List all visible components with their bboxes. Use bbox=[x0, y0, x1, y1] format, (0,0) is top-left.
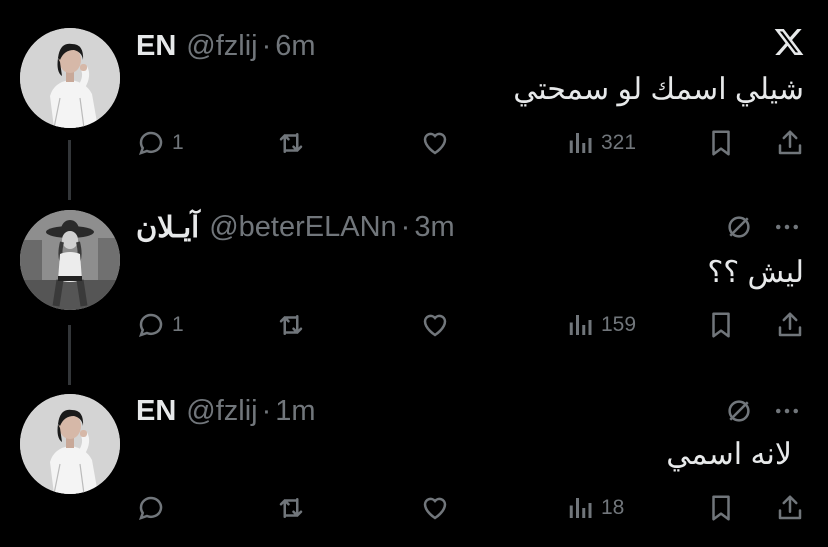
tweet-header: آيـلان @beterELANn · 3m bbox=[136, 207, 455, 247]
like-button[interactable] bbox=[420, 488, 450, 528]
woman-in-white-shirt-avatar-icon bbox=[20, 28, 120, 128]
bookmark-icon bbox=[712, 312, 730, 338]
heart-icon bbox=[423, 497, 447, 520]
display-name[interactable]: EN bbox=[136, 395, 176, 428]
reply-icon bbox=[138, 313, 163, 337]
avatar[interactable] bbox=[20, 394, 120, 494]
reply-button[interactable]: 1 bbox=[136, 305, 184, 345]
retweet-button[interactable] bbox=[276, 488, 306, 528]
action-bar: 1 159 bbox=[0, 305, 828, 345]
user-handle[interactable]: @fzlij bbox=[186, 30, 257, 63]
more-icon[interactable] bbox=[772, 396, 802, 426]
tweet-corner-actions bbox=[724, 207, 802, 247]
reply-icon bbox=[138, 131, 163, 155]
display-name[interactable]: EN bbox=[136, 30, 176, 63]
tweet[interactable]: آيـلان @beterELANn · 3m ليش ؟؟ 1 159 bbox=[0, 207, 828, 338]
more-icon[interactable] bbox=[772, 212, 802, 242]
grok-icon[interactable] bbox=[724, 396, 754, 426]
timestamp[interactable]: 6m bbox=[275, 30, 315, 63]
avatar[interactable] bbox=[20, 210, 120, 310]
timestamp[interactable]: 3m bbox=[414, 211, 454, 244]
share-button[interactable] bbox=[775, 123, 805, 163]
bookmark-button[interactable] bbox=[706, 123, 736, 163]
views-button[interactable]: 18 bbox=[565, 488, 624, 528]
retweet-icon bbox=[279, 315, 303, 335]
avatar[interactable] bbox=[20, 28, 120, 128]
tweet-corner-actions bbox=[724, 391, 802, 431]
reply-icon bbox=[138, 496, 163, 520]
heart-icon bbox=[423, 132, 447, 155]
cowgirl-avatar-icon bbox=[20, 210, 120, 310]
share-icon bbox=[778, 130, 802, 155]
action-bar: 1 321 bbox=[0, 123, 828, 163]
views-icon bbox=[569, 315, 592, 335]
heart-icon bbox=[423, 314, 447, 337]
user-handle[interactable]: @fzlij bbox=[186, 395, 257, 428]
bookmark-button[interactable] bbox=[706, 488, 736, 528]
tweet[interactable]: EN @fzlij · 6m شيلي اسمك لو سمحتي 1 321 bbox=[0, 26, 828, 156]
bookmark-button[interactable] bbox=[706, 305, 736, 345]
tweet[interactable]: EN @fzlij · 1m لانه اسمي 18 bbox=[0, 391, 828, 531]
share-icon bbox=[778, 312, 802, 337]
view-count: 18 bbox=[601, 496, 625, 519]
view-count: 321 bbox=[601, 131, 637, 154]
views-button[interactable]: 321 bbox=[565, 123, 636, 163]
like-button[interactable] bbox=[420, 305, 450, 345]
timestamp[interactable]: 1m bbox=[275, 395, 315, 428]
retweet-icon bbox=[279, 498, 303, 518]
reply-button[interactable] bbox=[136, 488, 172, 528]
reply-count: 1 bbox=[172, 313, 184, 336]
retweet-button[interactable] bbox=[276, 123, 306, 163]
separator-dot: · bbox=[261, 29, 272, 62]
tweet-header: EN @fzlij · 6m bbox=[136, 26, 316, 66]
grok-icon[interactable] bbox=[724, 212, 754, 242]
action-bar: 18 bbox=[0, 488, 828, 528]
reply-button[interactable]: 1 bbox=[136, 123, 184, 163]
reply-count: 1 bbox=[172, 131, 184, 154]
retweet-button[interactable] bbox=[276, 305, 306, 345]
separator-dot: · bbox=[261, 394, 272, 427]
tweet-text: ليش ؟؟ bbox=[707, 256, 804, 289]
share-button[interactable] bbox=[775, 488, 805, 528]
thread-screenshot: EN @fzlij · 6m شيلي اسمك لو سمحتي 1 321 bbox=[0, 0, 828, 547]
tweet-text: لانه اسمي bbox=[666, 438, 792, 471]
view-count: 159 bbox=[601, 313, 637, 336]
tweet-header: EN @fzlij · 1m bbox=[136, 391, 316, 431]
bookmark-icon bbox=[712, 495, 730, 521]
retweet-icon bbox=[279, 133, 303, 153]
woman-in-white-shirt-avatar-icon bbox=[20, 394, 120, 494]
views-icon bbox=[569, 498, 592, 518]
share-button[interactable] bbox=[775, 305, 805, 345]
user-handle[interactable]: @beterELANn bbox=[209, 211, 396, 244]
views-button[interactable]: 159 bbox=[565, 305, 636, 345]
display-name[interactable]: آيـلان bbox=[136, 210, 199, 245]
separator-dot: · bbox=[400, 210, 411, 243]
share-icon bbox=[778, 495, 802, 520]
tweet-text: شيلي اسمك لو سمحتي bbox=[513, 73, 804, 106]
views-icon bbox=[569, 133, 592, 153]
like-button[interactable] bbox=[420, 123, 450, 163]
bookmark-icon bbox=[712, 130, 730, 156]
